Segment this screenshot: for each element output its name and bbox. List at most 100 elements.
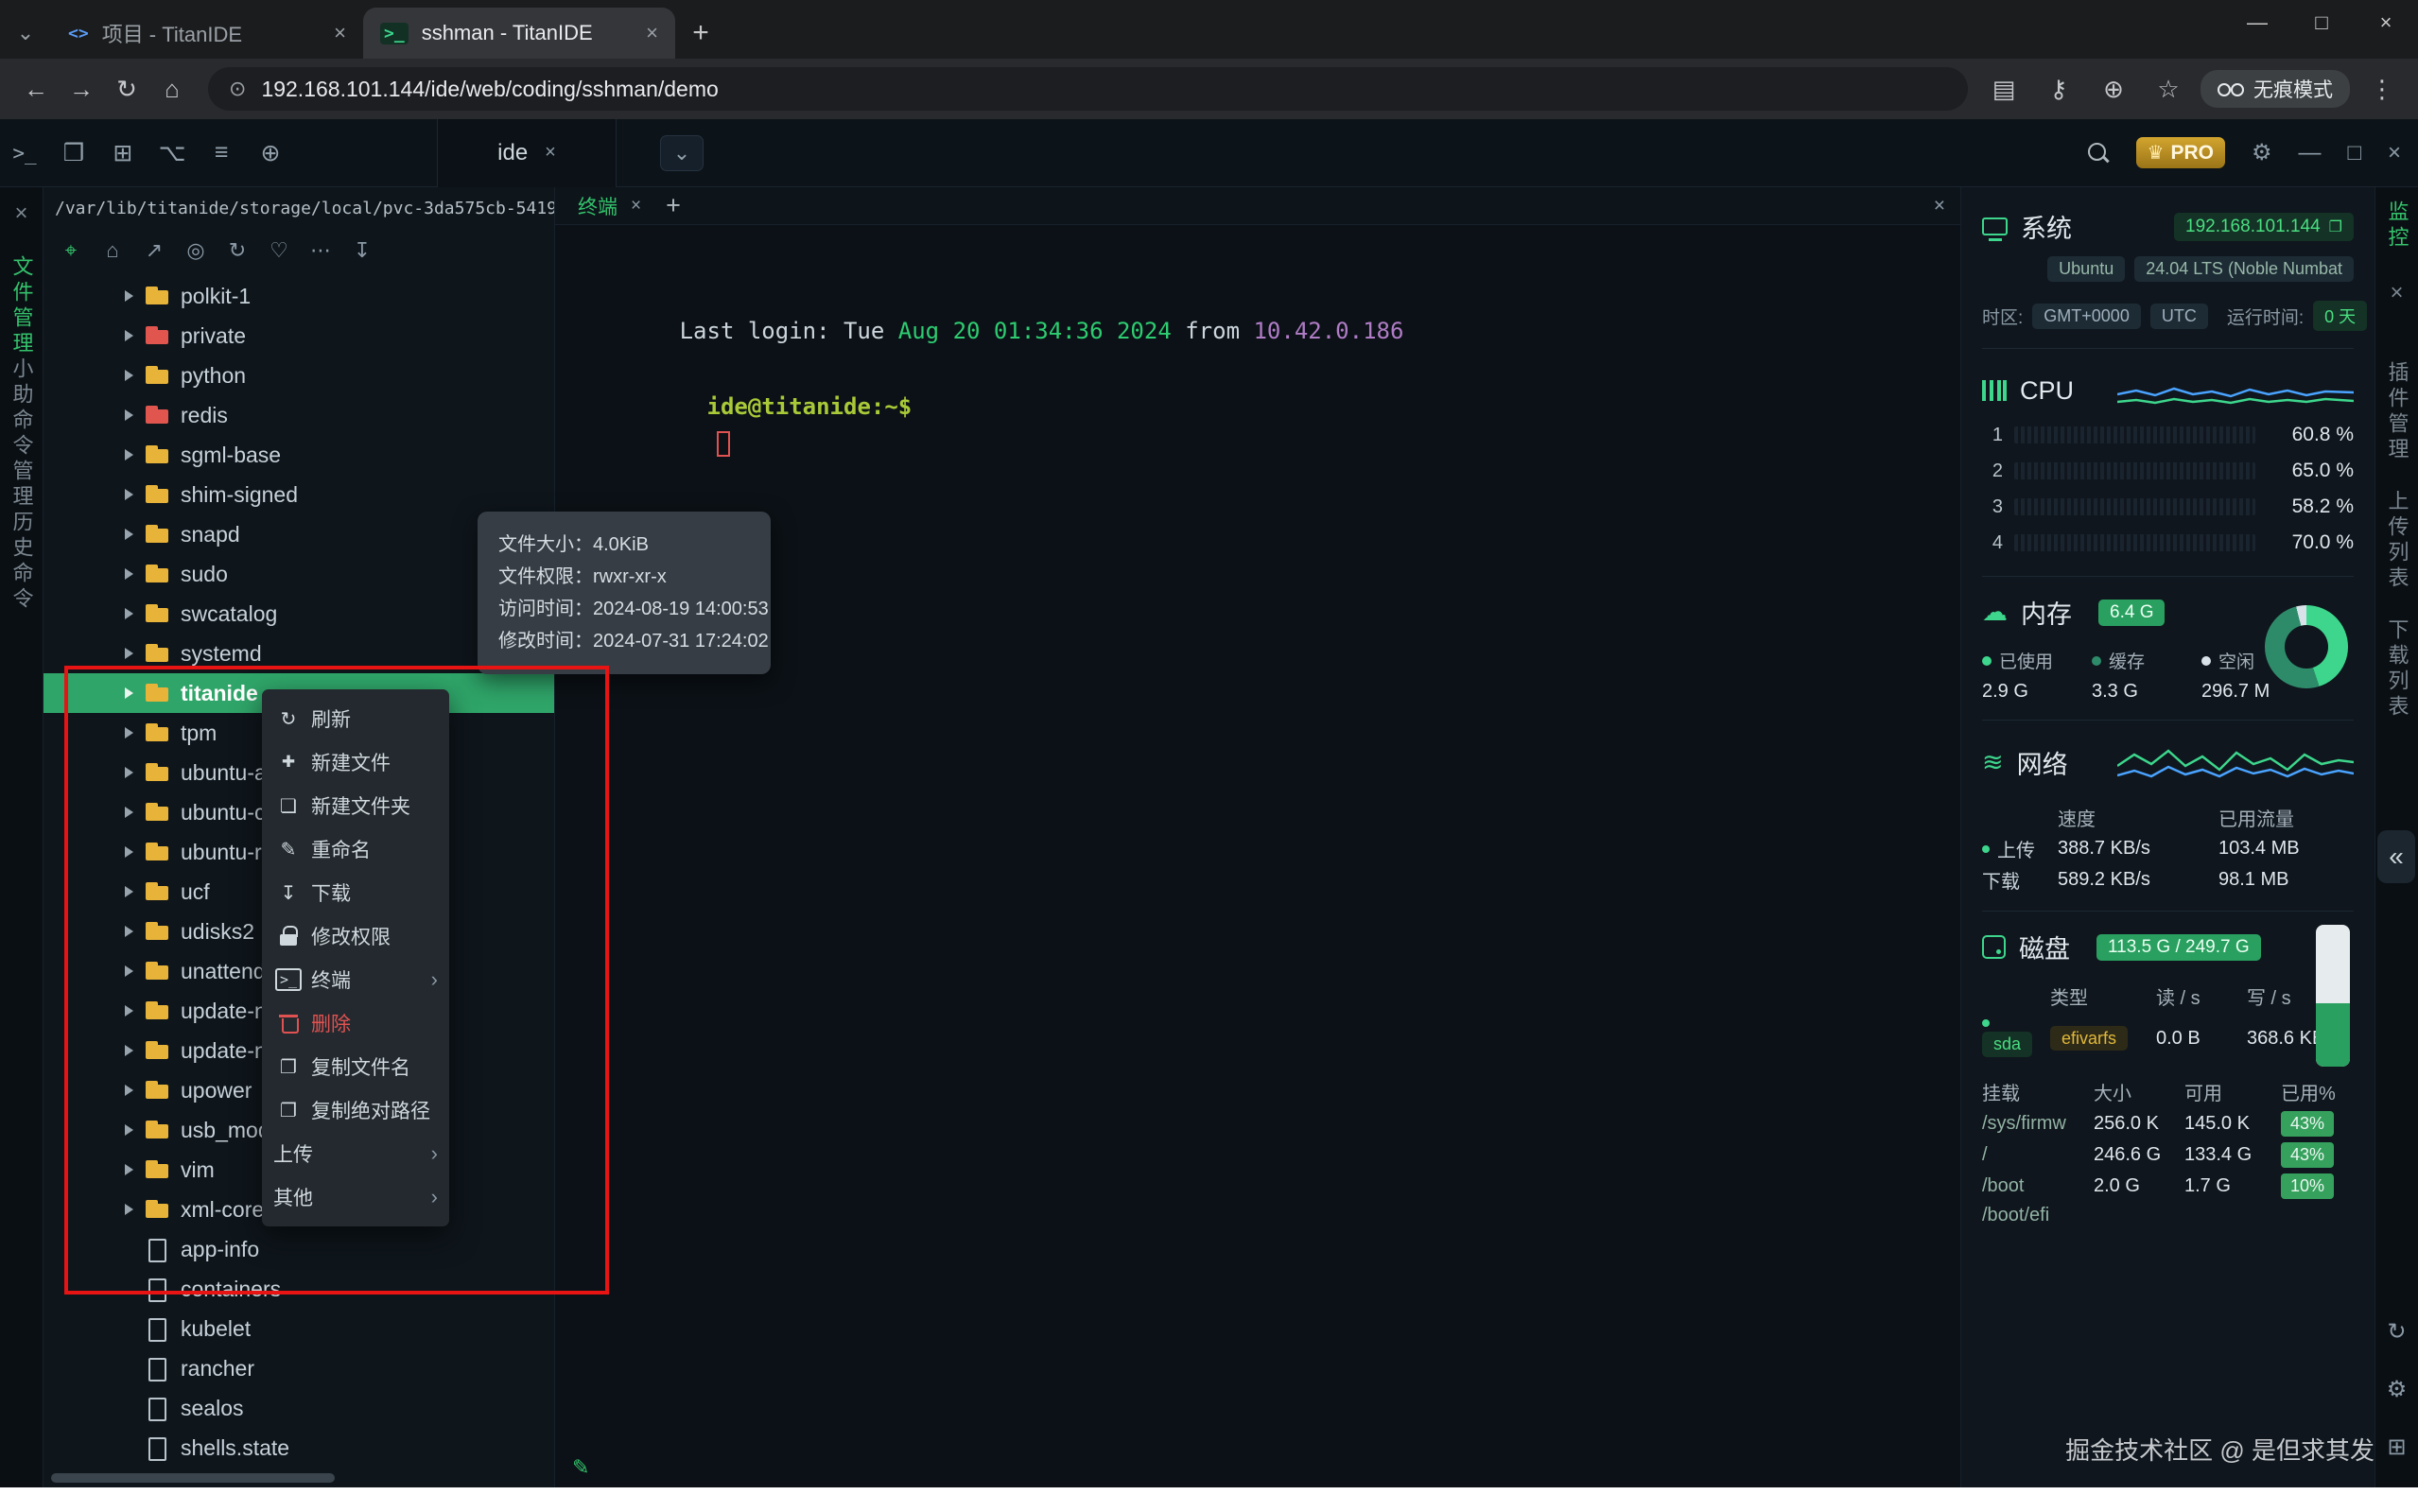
tree-item[interactable]: private <box>43 316 554 356</box>
gear-icon[interactable] <box>2387 1376 2408 1403</box>
browser-tab-2[interactable]: >_ sshman - TitanIDE <box>363 8 675 59</box>
forward-button[interactable] <box>59 66 104 112</box>
tab-close-icon[interactable] <box>334 21 346 45</box>
site-info-icon[interactable] <box>229 77 246 101</box>
context-menu-item[interactable]: 新建文件 › <box>262 740 449 784</box>
expand-arrow-icon[interactable] <box>125 687 133 699</box>
download-icon[interactable] <box>342 232 382 269</box>
right-rail-item[interactable]: 上传列表 <box>2382 490 2412 592</box>
editor-tab-ide[interactable]: ide <box>437 119 617 187</box>
tree-item[interactable]: polkit-1 <box>43 276 554 316</box>
editor-tab-close-icon[interactable] <box>545 142 556 164</box>
context-menu-item[interactable]: 复制绝对路径 › <box>262 1088 449 1132</box>
tree-item[interactable]: redis <box>43 395 554 435</box>
dashboard-icon[interactable] <box>2387 1434 2406 1461</box>
new-tab-button[interactable] <box>675 8 726 59</box>
tree-item[interactable]: shells.state <box>43 1428 554 1468</box>
window-maximize-button[interactable] <box>2289 0 2354 45</box>
expand-arrow-icon[interactable] <box>125 926 133 937</box>
tab-search-button[interactable] <box>0 8 51 59</box>
context-menu-item[interactable]: 其他 › <box>262 1175 449 1219</box>
terminal-tab[interactable]: 终端 <box>565 187 654 224</box>
expand-arrow-icon[interactable] <box>125 1164 133 1175</box>
expand-arrow-icon[interactable] <box>125 648 133 659</box>
expand-arrow-icon[interactable] <box>125 807 133 818</box>
expand-arrow-icon[interactable] <box>125 846 133 858</box>
tree-item[interactable]: python <box>43 356 554 395</box>
report-icon[interactable] <box>197 129 246 178</box>
expand-arrow-icon[interactable] <box>125 529 133 540</box>
terminal-panel-close-icon[interactable] <box>1934 195 1945 217</box>
context-menu-item[interactable]: 删除 › <box>262 1001 449 1045</box>
home-dir-icon[interactable] <box>93 232 132 269</box>
tree-item[interactable]: containers <box>43 1269 554 1309</box>
window-close-button[interactable] <box>2354 0 2418 45</box>
expand-arrow-icon[interactable] <box>125 1204 133 1215</box>
context-menu-item[interactable]: 修改权限 › <box>262 914 449 958</box>
context-menu-item[interactable]: 复制文件名 › <box>262 1045 449 1088</box>
expand-arrow-icon[interactable] <box>125 727 133 739</box>
expand-arrow-icon[interactable] <box>125 1085 133 1096</box>
link-icon[interactable] <box>246 129 295 178</box>
panel-close-icon[interactable] <box>14 200 27 227</box>
expand-arrow-icon[interactable] <box>125 330 133 341</box>
context-menu-item[interactable]: 终端 › <box>262 958 449 1001</box>
tree-item[interactable]: app-info <box>43 1229 554 1269</box>
window-minimize-button[interactable] <box>2225 0 2289 45</box>
copy-icon[interactable] <box>2329 217 2342 237</box>
terminal-tab-close-icon[interactable] <box>631 196 641 217</box>
left-rail-item[interactable]: 小助 <box>7 357 37 408</box>
monitor-close-icon[interactable] <box>2390 280 2403 306</box>
expand-arrow-icon[interactable] <box>125 449 133 461</box>
new-terminal-button[interactable] <box>654 191 692 220</box>
zoom-icon[interactable] <box>2091 66 2136 112</box>
settings-gear-icon[interactable] <box>2252 139 2272 166</box>
ide-close-icon[interactable] <box>2388 140 2401 166</box>
address-bar[interactable]: 192.168.101.144/ide/web/coding/sshman/de… <box>208 67 1968 111</box>
tree-item[interactable]: sealos <box>43 1388 554 1428</box>
right-rail-item[interactable]: 下载列表 <box>2382 618 2412 721</box>
ip-badge[interactable]: 192.168.101.144 <box>2174 213 2354 241</box>
more-icon[interactable] <box>301 232 340 269</box>
home-button[interactable] <box>149 66 195 112</box>
browser-menu-button[interactable] <box>2359 66 2405 112</box>
expand-arrow-icon[interactable] <box>125 1124 133 1136</box>
terminal-output[interactable]: Last login: Tue Aug 20 01:34:36 2024 fro… <box>555 225 1960 513</box>
bookmark-star-icon[interactable] <box>2146 66 2191 112</box>
expand-arrow-icon[interactable] <box>125 1005 133 1017</box>
expand-arrow-icon[interactable] <box>125 290 133 302</box>
expand-arrow-icon[interactable] <box>125 370 133 381</box>
left-rail-item[interactable]: 命令管理 <box>7 408 37 511</box>
horizontal-scrollbar[interactable] <box>51 1473 335 1483</box>
context-menu-item[interactable]: 下载 › <box>262 871 449 914</box>
expand-arrow-icon[interactable] <box>125 568 133 580</box>
file-panel-icon[interactable] <box>49 129 98 178</box>
pro-badge[interactable]: ♛ PRO <box>2136 137 2225 168</box>
tree-item[interactable]: rancher <box>43 1348 554 1388</box>
tab-close-icon[interactable] <box>646 21 658 45</box>
right-rail-item[interactable]: 插件管理 <box>2382 361 2412 463</box>
tree-item[interactable]: kubelet <box>43 1309 554 1348</box>
context-menu-item[interactable]: 刷新 › <box>262 697 449 740</box>
expand-arrow-icon[interactable] <box>125 767 133 778</box>
left-rail-item[interactable]: 历史命令 <box>7 511 37 613</box>
password-key-icon[interactable] <box>2036 66 2081 112</box>
edit-pencil-icon[interactable] <box>572 1455 589 1480</box>
terminal-panel-icon[interactable]: >_ <box>0 129 49 178</box>
locate-icon[interactable] <box>51 232 91 269</box>
ide-maximize-icon[interactable] <box>2347 140 2361 166</box>
git-branch-icon[interactable] <box>148 129 197 178</box>
left-rail-item[interactable]: 文件管理 <box>7 255 37 357</box>
expand-arrow-icon[interactable] <box>125 409 133 421</box>
context-menu-item[interactable]: 上传 › <box>262 1132 449 1175</box>
reload-button[interactable] <box>104 66 149 112</box>
browser-tab-1[interactable]: <> 项目 - TitanIDE <box>51 8 363 59</box>
refresh-icon[interactable] <box>217 232 257 269</box>
context-menu-item[interactable]: 重命名 › <box>262 827 449 871</box>
context-menu-item[interactable]: 新建文件夹 › <box>262 784 449 827</box>
expand-arrow-icon[interactable] <box>125 608 133 619</box>
favorite-icon[interactable] <box>259 232 299 269</box>
collapse-panel-icon[interactable] <box>2377 830 2415 883</box>
expand-arrow-icon[interactable] <box>125 965 133 977</box>
tree-item[interactable]: sgml-base <box>43 435 554 475</box>
